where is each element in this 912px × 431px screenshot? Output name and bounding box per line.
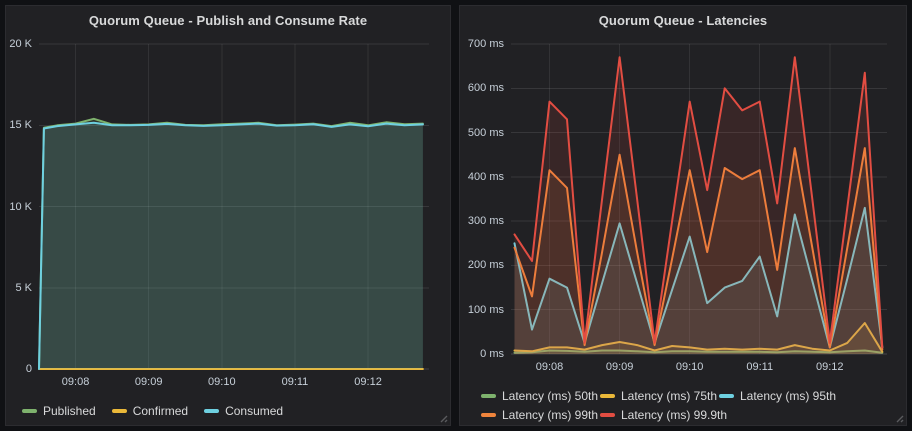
x-axis-tick-label: 09:10 [660, 361, 720, 374]
y-axis-tick-label: 0 ms [460, 348, 504, 361]
x-axis-tick-label: 09:12 [800, 361, 860, 374]
y-axis-tick-label: 10 K [6, 201, 32, 214]
x-axis-tick-label: 09:10 [192, 376, 252, 389]
legend-swatch-icon [481, 394, 496, 398]
y-axis-tick-label: 20 K [6, 38, 32, 51]
panel-resize-handle-icon[interactable] [894, 413, 904, 423]
legend-swatch-icon [719, 394, 734, 398]
legend-label: Latency (ms) 50th [502, 389, 598, 403]
legend: Latency (ms) 50th Latency (ms) 75th Latenc… [481, 389, 836, 422]
x-axis-tick-label: 09:08 [46, 376, 106, 389]
y-axis-tick-label: 300 ms [460, 215, 504, 228]
legend-item-latency-ms-50th[interactable]: Latency (ms) 50th [481, 389, 600, 403]
panel-resize-handle-icon[interactable] [438, 413, 448, 423]
x-axis-tick-label: 09:08 [520, 361, 580, 374]
legend-label: Confirmed [133, 404, 188, 418]
legend-item-latency-ms-99th[interactable]: Latency (ms) 99th [481, 408, 600, 422]
y-axis-tick-label: 100 ms [460, 304, 504, 317]
latencies-chart [511, 44, 887, 354]
legend-swatch-icon [481, 413, 496, 417]
y-axis-tick-label: 500 ms [460, 127, 504, 140]
y-axis-tick-label: 700 ms [460, 38, 504, 51]
legend-label: Published [43, 404, 96, 418]
legend-item-latency-ms-99.9th[interactable]: Latency (ms) 99.9th [600, 408, 719, 422]
y-axis-tick-label: 5 K [6, 282, 32, 295]
y-axis-tick-label: 15 K [6, 119, 32, 132]
x-axis-tick-label: 09:12 [338, 376, 398, 389]
panel-header[interactable]: Quorum Queue - Publish and Consume Rate [6, 6, 450, 34]
y-axis-tick-label: 200 ms [460, 259, 504, 272]
legend-swatch-icon [22, 409, 37, 413]
panel-header[interactable]: Quorum Queue - Latencies [460, 6, 906, 34]
series-fill-Consumed [39, 123, 423, 369]
panel-title[interactable]: Quorum Queue - Publish and Consume Rate [89, 13, 367, 28]
legend-item-latency-ms-95th[interactable]: Latency (ms) 95th [719, 389, 836, 403]
legend: Published Confirmed Consumed [22, 404, 283, 418]
panel-title[interactable]: Quorum Queue - Latencies [599, 13, 768, 28]
x-axis-tick-label: 09:11 [730, 361, 790, 374]
panel-latencies: Quorum Queue - Latencies 0 ms 100 ms 200 m… [459, 5, 907, 426]
legend-label: Consumed [225, 404, 283, 418]
legend-swatch-icon [204, 409, 219, 413]
publish-consume-rate-chart [39, 44, 429, 369]
legend-item-consumed[interactable]: Consumed [204, 404, 283, 418]
legend-item-published[interactable]: Published [22, 404, 96, 418]
legend-label: Latency (ms) 99.9th [621, 408, 727, 422]
x-axis-tick-label: 09:09 [119, 376, 179, 389]
legend-label: Latency (ms) 95th [740, 389, 836, 403]
legend-label: Latency (ms) 99th [502, 408, 598, 422]
legend-label: Latency (ms) 75th [621, 389, 717, 403]
legend-swatch-icon [112, 409, 127, 413]
y-axis-tick-label: 0 [6, 363, 32, 376]
panel-publish-consume-rate: Quorum Queue - Publish and Consume Rate … [5, 5, 451, 426]
x-axis-tick-label: 09:09 [590, 361, 650, 374]
legend-item-latency-ms-75th[interactable]: Latency (ms) 75th [600, 389, 719, 403]
x-axis-tick-label: 09:11 [265, 376, 325, 389]
y-axis-tick-label: 600 ms [460, 82, 504, 95]
legend-swatch-icon [600, 394, 615, 398]
legend-item-confirmed[interactable]: Confirmed [112, 404, 188, 418]
legend-swatch-icon [600, 413, 615, 417]
y-axis-tick-label: 400 ms [460, 171, 504, 184]
